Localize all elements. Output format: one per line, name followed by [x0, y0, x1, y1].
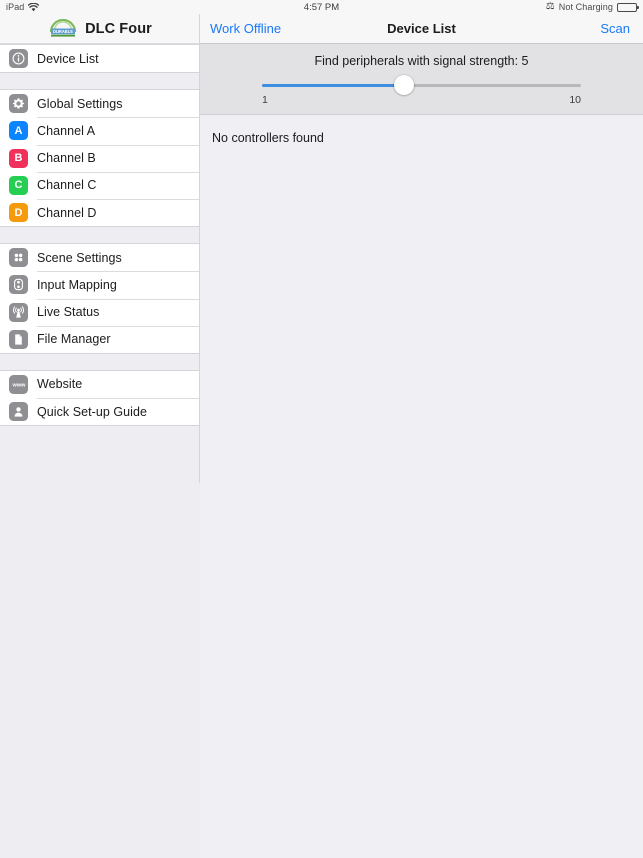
letter-a-icon: A: [9, 121, 28, 141]
letter-c-icon: C: [9, 175, 28, 195]
sidebar-item-label: Input Mapping: [37, 277, 117, 292]
battery-full-icon: [617, 2, 639, 12]
app-screen: iPad 4:57 PM ⚖ Not Charging DURABLE DLC …: [0, 0, 643, 858]
sidebar-group-separator: [0, 353, 200, 370]
sidebar-item-label: File Manager: [37, 332, 111, 347]
sidebar-item-channel-a[interactable]: A Channel A: [0, 117, 200, 145]
detail-panel: Work Offline Device List Scan Find perip…: [200, 14, 643, 858]
app-title: DLC Four: [85, 20, 152, 37]
navigation-bar: Work Offline Device List Scan: [200, 14, 643, 44]
sidebar: DURABLE DLC Four Device List Global Sett…: [0, 14, 200, 858]
sidebar-item-website[interactable]: www Website: [0, 370, 200, 399]
badge-letter: A: [14, 124, 23, 137]
sidebar-item-device-list[interactable]: Device List: [0, 45, 200, 73]
slider-thumb[interactable]: [393, 75, 414, 95]
sidebar-menu: Device List Global Settings A Channel A …: [0, 44, 200, 427]
sidebar-item-label: Device List: [37, 51, 99, 66]
sidebar-group: Global Settings A Channel A B Channel B: [0, 89, 200, 228]
sidebar-item-label: Quick Set-up Guide: [37, 404, 147, 419]
sidebar-item-file-manager[interactable]: File Manager: [0, 325, 200, 353]
badge-letter: D: [14, 206, 23, 219]
badge-letter: C: [14, 179, 23, 192]
info-circle-icon: [9, 49, 28, 69]
letter-d-icon: D: [9, 203, 28, 223]
sidebar-item-quick-setup-guide[interactable]: Quick Set-up Guide: [0, 398, 200, 426]
grid-dots-icon: [9, 248, 28, 268]
slider-track-fill: [262, 84, 404, 87]
signal-strength-slider[interactable]: [262, 75, 581, 95]
sidebar-item-live-status[interactable]: Live Status: [0, 298, 200, 326]
slider-min-label: 1: [262, 94, 268, 106]
scan-button[interactable]: Scan: [600, 21, 630, 36]
bluetooth-icon: ⚖: [545, 1, 555, 12]
sidebar-group-separator: [0, 73, 200, 90]
sidebar-item-input-mapping[interactable]: Input Mapping: [0, 271, 200, 299]
sliders-toggle-icon: [9, 275, 28, 295]
sidebar-item-global-settings[interactable]: Global Settings: [0, 90, 200, 118]
badge-letter: B: [14, 152, 23, 165]
sidebar-item-label: Channel B: [37, 151, 96, 166]
sidebar-item-label: Scene Settings: [37, 250, 122, 265]
letter-b-icon: B: [9, 148, 28, 168]
work-offline-button[interactable]: Work Offline: [210, 21, 281, 36]
sidebar-header: DURABLE DLC Four: [0, 14, 200, 44]
slider-max-label: 10: [569, 94, 581, 106]
sidebar-item-label: Channel D: [37, 205, 97, 220]
sidebar-group: Device List: [0, 44, 200, 74]
www-globe-icon: www: [9, 374, 28, 394]
sidebar-item-label: Channel A: [37, 123, 96, 138]
sidebar-item-label: Website: [37, 377, 83, 392]
brand: DURABLE DLC Four: [48, 18, 152, 38]
document-page-icon: [9, 329, 28, 349]
svg-text:www: www: [11, 383, 26, 389]
person-portrait-icon: [9, 402, 28, 422]
status-bar-right: ⚖ Not Charging: [545, 1, 639, 12]
signal-strength-label: Find peripherals with signal strength: 5: [314, 54, 529, 68]
sidebar-group: www Website Quick Set-up Guide: [0, 369, 200, 427]
empty-state-message: No controllers found: [212, 131, 324, 145]
durable-logo: DURABLE: [48, 18, 78, 38]
scan-settings-panel: Find peripherals with signal strength: 5…: [200, 44, 643, 115]
sidebar-item-channel-d[interactable]: D Channel D: [0, 198, 200, 227]
slider-tick-labels: 1 10: [262, 94, 581, 106]
sidebar-item-scene-settings[interactable]: Scene Settings: [0, 244, 200, 272]
sidebar-group-separator: [0, 227, 200, 244]
sidebar-item-label: Channel C: [37, 178, 97, 193]
sidebar-item-channel-b[interactable]: B Channel B: [0, 144, 200, 172]
broadcast-antenna-icon: [9, 302, 28, 322]
svg-text:DURABLE: DURABLE: [53, 29, 73, 34]
ios-status-bar: iPad 4:57 PM ⚖ Not Charging: [0, 0, 643, 14]
sidebar-group: Scene Settings Input Mapping Live Status…: [0, 243, 200, 354]
gear-icon: [9, 94, 28, 114]
sidebar-item-label: Global Settings: [37, 96, 123, 111]
charging-status-label: Not Charging: [558, 2, 613, 12]
sidebar-item-label: Live Status: [37, 305, 100, 320]
sidebar-item-channel-c[interactable]: C Channel C: [0, 171, 200, 199]
